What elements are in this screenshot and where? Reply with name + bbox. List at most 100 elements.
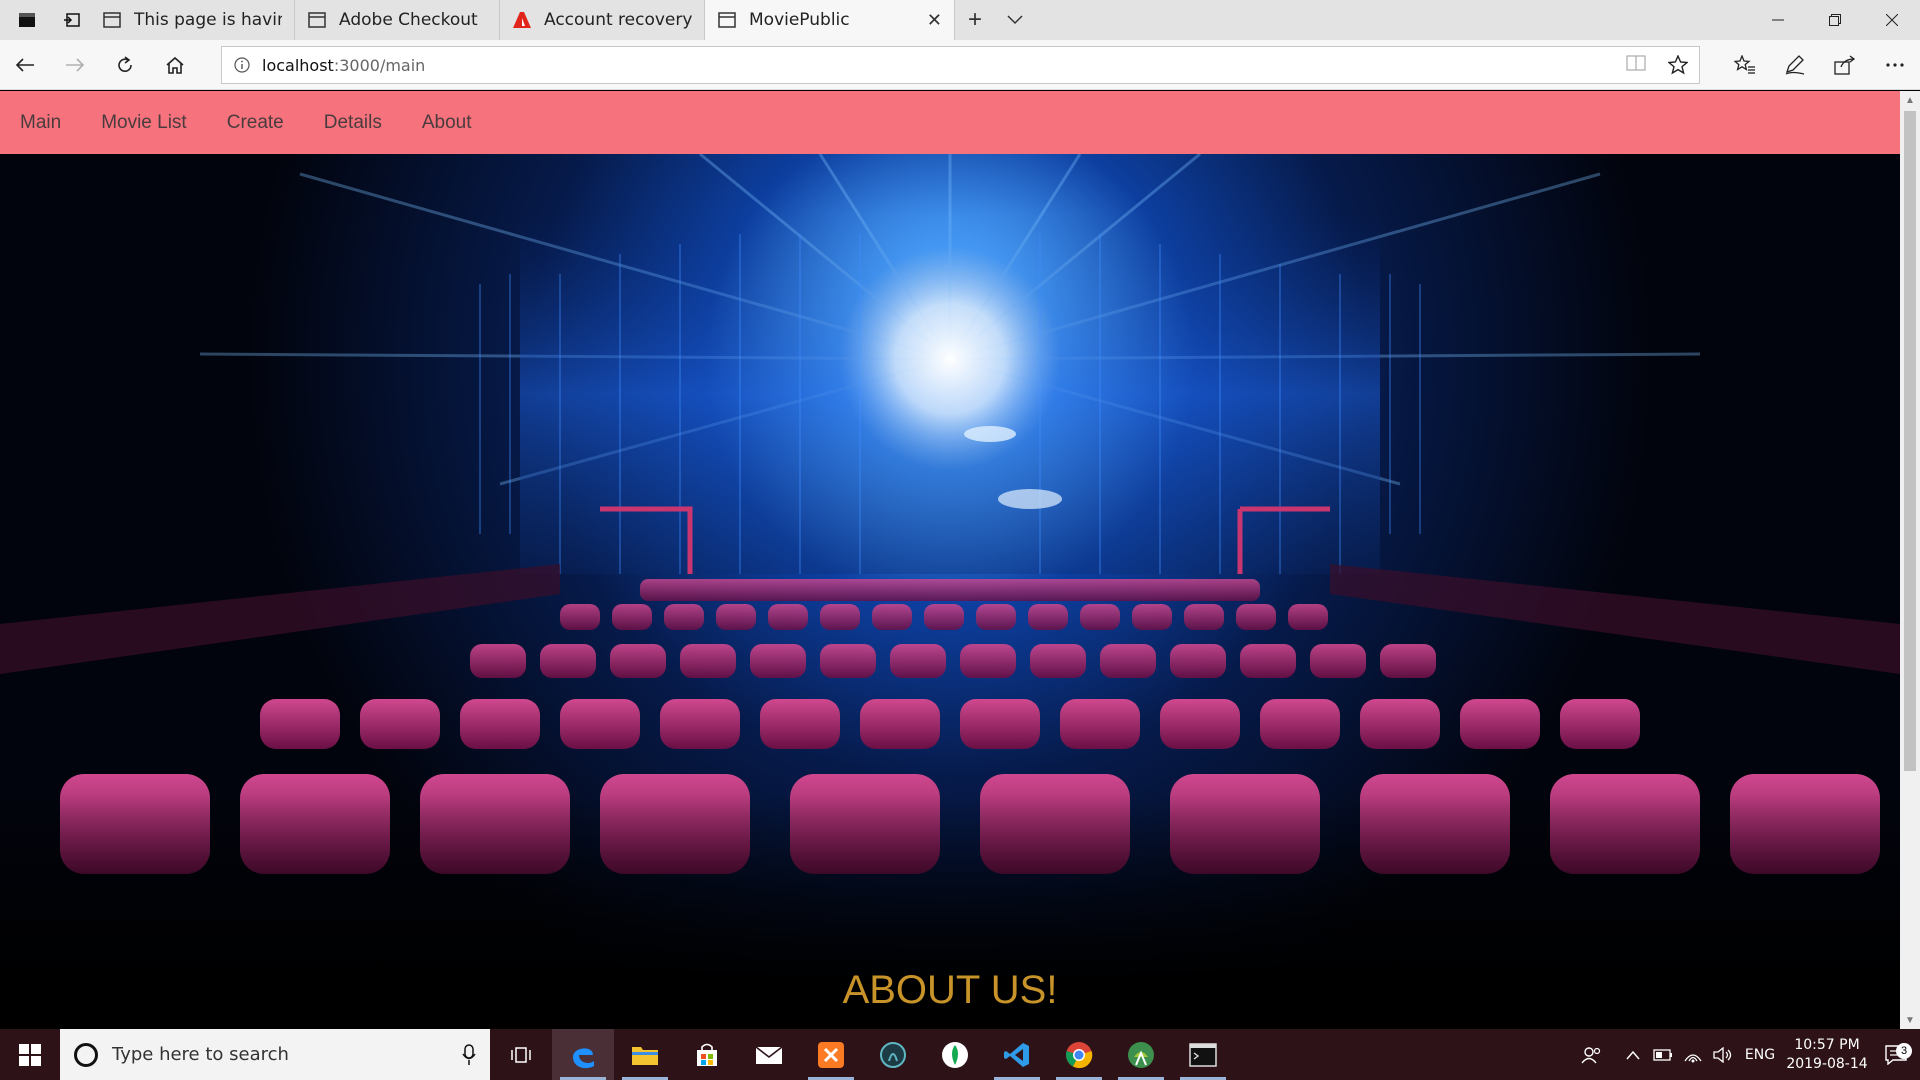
nav-link-movie-list[interactable]: Movie List xyxy=(101,112,187,134)
taskbar-xampp[interactable] xyxy=(800,1029,862,1080)
tab-adobe-checkout[interactable]: Adobe Checkout xyxy=(295,0,500,40)
start-button[interactable] xyxy=(0,1029,60,1080)
more-dots-icon xyxy=(1886,63,1904,67)
adobe-icon xyxy=(512,10,532,30)
close-window-button[interactable] xyxy=(1863,0,1920,40)
web-note-button[interactable] xyxy=(1770,40,1820,90)
volume-icon[interactable] xyxy=(1708,1046,1738,1063)
site-info-icon[interactable] xyxy=(222,57,262,73)
search-placeholder: Type here to search xyxy=(112,1044,289,1065)
tab-moviepublic[interactable]: MoviePublic ✕ xyxy=(705,0,955,40)
tab-title: MoviePublic xyxy=(749,10,850,30)
clock-date: 2019-08-14 xyxy=(1786,1055,1868,1072)
taskbar-edge[interactable] xyxy=(552,1029,614,1080)
taskbar-mail[interactable] xyxy=(738,1029,800,1080)
task-view-icon xyxy=(511,1046,531,1063)
tabs-aside-button[interactable] xyxy=(54,0,90,40)
set-aside-icon xyxy=(19,13,35,27)
nav-link-create[interactable]: Create xyxy=(227,112,284,134)
tab-title: Adobe Checkout xyxy=(339,10,478,30)
scroll-down-icon[interactable]: ▼ xyxy=(1900,1011,1920,1029)
show-hidden-icons-icon[interactable] xyxy=(1618,1050,1648,1060)
reading-view-icon[interactable] xyxy=(1615,55,1657,75)
browser-tab-strip: This page is having a proble Adobe Check… xyxy=(0,0,1920,40)
more-menu-button[interactable] xyxy=(1870,40,1920,90)
windows-logo-icon xyxy=(19,1043,41,1066)
task-view-button[interactable] xyxy=(490,1029,552,1080)
back-button[interactable] xyxy=(0,40,50,90)
taskbar-chrome[interactable] xyxy=(1048,1029,1110,1080)
mail-envelope-icon xyxy=(755,1045,783,1064)
close-tab-icon[interactable]: ✕ xyxy=(927,10,942,31)
tab-account-recovery[interactable]: Account recovery - Adobe I xyxy=(500,0,705,40)
refresh-button[interactable] xyxy=(100,40,150,90)
chrome-icon xyxy=(1066,1041,1093,1068)
taskbar-search-box[interactable]: Type here to search xyxy=(60,1029,490,1080)
back-arrow-icon xyxy=(15,57,34,72)
tab-preview-button[interactable] xyxy=(995,0,1035,40)
edge-icon xyxy=(573,1047,594,1068)
tab-actions-button[interactable] xyxy=(0,0,54,40)
browser-toolbar: localhost:3000/main xyxy=(0,40,1920,90)
refresh-icon xyxy=(118,55,132,72)
taskbar-android-studio[interactable] xyxy=(1110,1029,1172,1080)
share-button[interactable] xyxy=(1820,40,1870,90)
tab-page-problem[interactable]: This page is having a proble xyxy=(90,0,295,40)
cinema-theater-illustration xyxy=(0,154,1900,975)
address-bar[interactable]: localhost:3000/main xyxy=(221,46,1700,84)
pen-icon xyxy=(1785,55,1805,75)
taskbar-mysql-workbench[interactable] xyxy=(862,1029,924,1080)
action-center-button[interactable]: 3 xyxy=(1872,1042,1920,1065)
nav-link-details[interactable]: Details xyxy=(324,112,382,134)
page-scrollbar[interactable]: ▲ ▼ xyxy=(1900,91,1920,1029)
page-icon xyxy=(102,10,122,30)
tab-title: Account recovery - Adobe I xyxy=(544,10,692,30)
scroll-up-icon[interactable]: ▲ xyxy=(1900,91,1920,109)
mongodb-leaf-icon xyxy=(942,1041,968,1068)
clock[interactable]: 10:57 PM 2019-08-14 xyxy=(1782,1036,1872,1074)
android-studio-icon xyxy=(1128,1041,1154,1068)
nav-link-about[interactable]: About xyxy=(422,112,472,134)
forward-arrow-icon xyxy=(66,57,85,72)
notification-count-badge: 3 xyxy=(1896,1042,1912,1059)
tab-title: This page is having a proble xyxy=(134,10,282,30)
restore-button[interactable] xyxy=(1806,0,1863,40)
page-icon xyxy=(717,10,737,30)
favorites-hub-button[interactable] xyxy=(1720,40,1770,90)
new-tab-button[interactable]: + xyxy=(955,0,995,40)
favorite-star-icon[interactable] xyxy=(1657,55,1699,75)
minimize-button[interactable] xyxy=(1749,0,1806,40)
wifi-icon[interactable] xyxy=(1678,1047,1708,1063)
people-icon[interactable] xyxy=(1576,1046,1606,1064)
scrollbar-thumb[interactable] xyxy=(1904,111,1916,771)
url-path: :3000/main xyxy=(333,55,426,75)
tabs-aside-icon xyxy=(64,13,80,27)
about-heading: ABOUT US! xyxy=(842,968,1058,1012)
page-viewport: Main Movie List Create Details About ABO… xyxy=(0,91,1900,1029)
store-bag-icon xyxy=(697,1043,717,1066)
vscode-icon xyxy=(1004,1042,1029,1067)
home-icon xyxy=(166,56,184,74)
battery-icon[interactable] xyxy=(1648,1048,1678,1061)
language-indicator[interactable]: ENG xyxy=(1738,1047,1782,1063)
taskbar-file-explorer[interactable] xyxy=(614,1029,676,1080)
terminal-icon xyxy=(1189,1042,1217,1067)
taskbar-command-prompt[interactable] xyxy=(1172,1029,1234,1080)
home-button[interactable] xyxy=(150,40,200,90)
system-tray: ENG 10:57 PM 2019-08-14 3 xyxy=(1576,1029,1920,1080)
xampp-icon xyxy=(818,1041,844,1068)
url-host: localhost xyxy=(262,55,334,75)
page-icon xyxy=(307,10,327,30)
taskbar-vscode[interactable] xyxy=(986,1029,1048,1080)
taskbar-mongodb-compass[interactable] xyxy=(924,1029,986,1080)
taskbar-store[interactable] xyxy=(676,1029,738,1080)
plus-icon: + xyxy=(967,6,982,33)
site-navbar: Main Movie List Create Details About xyxy=(0,91,1900,154)
workbench-icon xyxy=(880,1041,906,1068)
favorites-list-icon xyxy=(1734,55,1755,74)
forward-button[interactable] xyxy=(50,40,100,90)
window-controls xyxy=(1749,0,1920,40)
url-text[interactable]: localhost:3000/main xyxy=(262,56,425,75)
nav-link-main[interactable]: Main xyxy=(20,112,61,134)
chevron-down-icon xyxy=(1007,15,1023,25)
